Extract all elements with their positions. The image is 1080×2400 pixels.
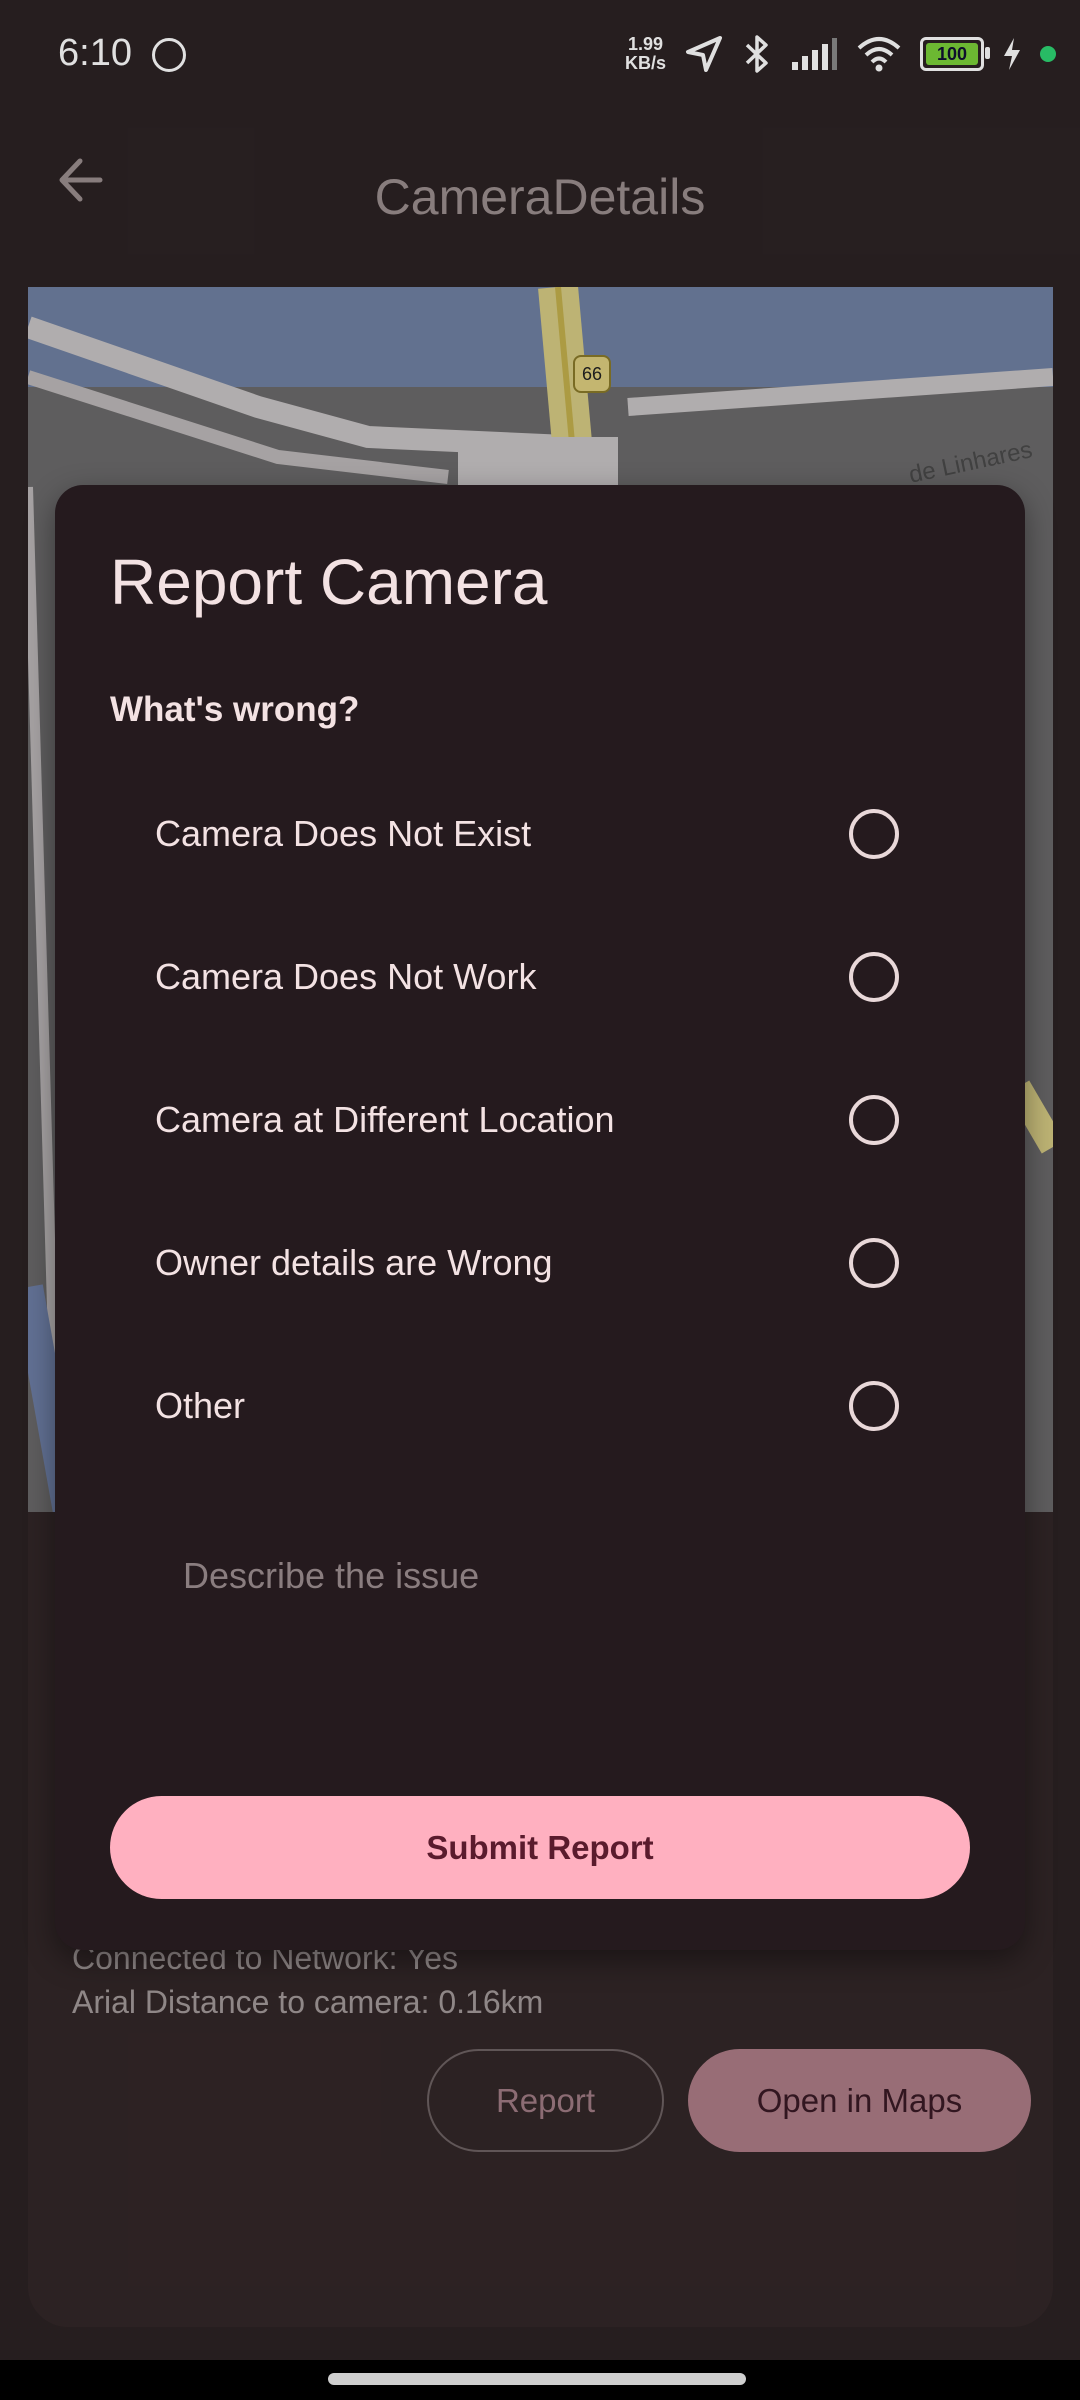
option-other[interactable]: Other [55,1334,1025,1477]
report-camera-dialog: Report Camera What's wrong? Camera Does … [55,485,1025,1950]
option-label: Camera at Different Location [155,1098,615,1140]
option-owner-details-wrong[interactable]: Owner details are Wrong [55,1191,1025,1334]
home-gesture-handle[interactable] [328,2373,746,2385]
radio-button[interactable] [849,951,899,1002]
radio-button[interactable] [849,1094,899,1145]
radio-button[interactable] [849,1237,899,1288]
describe-issue-input[interactable] [183,1555,963,1597]
navigation-bar [0,2360,1080,2400]
option-camera-does-not-exist[interactable]: Camera Does Not Exist [55,762,1025,905]
dialog-subtitle: What's wrong? [110,690,360,729]
dialog-title: Report Camera [110,546,548,618]
radio-button[interactable] [849,808,899,859]
option-label: Camera Does Not Exist [155,812,532,854]
option-camera-does-not-work[interactable]: Camera Does Not Work [55,905,1025,1048]
option-label: Other [155,1384,246,1426]
option-camera-different-location[interactable]: Camera at Different Location [55,1048,1025,1191]
radio-button[interactable] [849,1380,899,1431]
option-label: Camera Does Not Work [155,955,537,997]
submit-report-button[interactable]: Submit Report [110,1796,970,1899]
option-label: Owner details are Wrong [155,1241,553,1283]
